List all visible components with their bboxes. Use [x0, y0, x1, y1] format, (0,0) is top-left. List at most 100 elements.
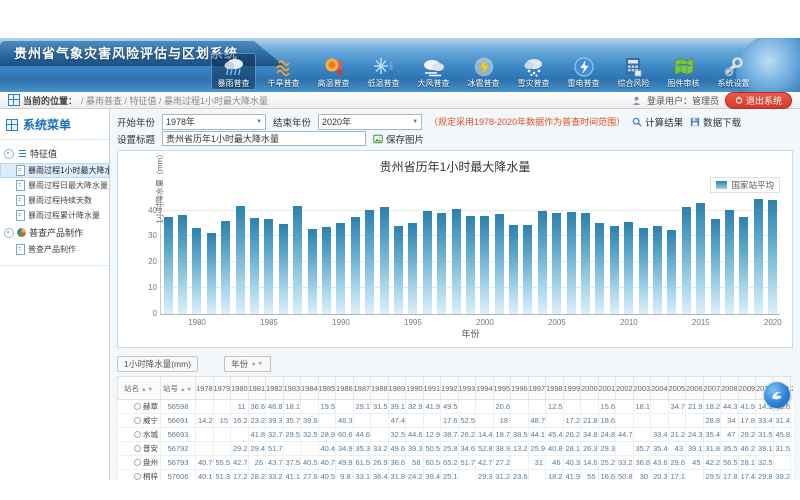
nav-item-wind[interactable]: 大风普查	[411, 53, 456, 90]
value-cell: 16.6	[598, 470, 616, 481]
bar-2004	[538, 211, 547, 314]
value-cell: 41.9	[563, 470, 581, 481]
row-radio-icon[interactable]	[134, 473, 141, 480]
tree-group[interactable]: 普查产品制作	[0, 223, 109, 242]
nav-item-settings[interactable]: 系统设置	[711, 53, 756, 90]
tree-toggle-icon[interactable]	[4, 149, 14, 159]
value-cell	[353, 414, 371, 428]
calculate-button[interactable]: 计算结果	[632, 115, 683, 129]
value-cell: 14.6	[581, 456, 599, 470]
station-id-cell: 56693	[161, 428, 196, 442]
row-radio-icon[interactable]	[134, 431, 141, 438]
nav-item-rainstorm[interactable]: 暴雨普查	[211, 53, 256, 90]
value-cell: 34.8	[581, 428, 599, 442]
document-icon	[16, 210, 25, 221]
value-cell: 20.3	[651, 470, 669, 481]
measure-chip[interactable]: 1小时降水量(mm)	[117, 356, 198, 372]
value-cell: 17.1	[668, 470, 686, 481]
sidebar-tree: 特征值暴雨过程1小时最大降水量暴雨过程日最大降水量暴雨过程持续天数暴雨过程累计降…	[0, 140, 109, 266]
value-cell: 23.6	[511, 470, 529, 481]
station-name-cell[interactable]: 水城	[118, 428, 161, 442]
chart-title-input[interactable]	[162, 131, 366, 146]
year-column-chip[interactable]: 年份 ▲▼	[224, 356, 271, 372]
col-header-station-name[interactable]: 站名 ▲▼	[118, 377, 161, 400]
station-name-cell[interactable]: 盘州	[118, 456, 161, 470]
value-cell: 26	[248, 456, 266, 470]
sidebar-item[interactable]: 暴雨过程累计降水量	[0, 208, 109, 223]
value-cell: 29.5	[791, 414, 794, 428]
sort-icons: ▲▼	[180, 387, 193, 393]
station-id-cell: 56598	[161, 400, 196, 414]
tree-group[interactable]: 特征值	[0, 144, 109, 163]
sidebar-item[interactable]: 暴雨过程日最大降水量	[0, 178, 109, 193]
save-image-button[interactable]: 保存图片	[373, 132, 424, 146]
value-cell: 42.7	[476, 456, 494, 470]
nav-item-drought[interactable]: 干旱普查	[261, 53, 306, 90]
sidebar-item[interactable]: 暴雨过程持续天数	[0, 193, 109, 208]
nav-item-composite-risk[interactable]: 综合风险	[611, 53, 656, 90]
nav-item-hail[interactable]: 冰雹普查	[461, 53, 506, 90]
value-cell: 40.5	[301, 456, 319, 470]
sidebar-item[interactable]: 普查产品制作	[0, 242, 109, 257]
start-year-select[interactable]: 1978年▼	[162, 114, 266, 130]
nav-item-label: 高温普查	[311, 79, 356, 88]
y-tick-label: 10	[133, 283, 157, 292]
nav-item-snow[interactable]: 雪灾普查	[511, 53, 556, 90]
station-name-cell[interactable]: 赫章	[118, 400, 161, 414]
col-header-station-id[interactable]: 站号 ▲▼	[161, 377, 196, 400]
list-icon	[17, 149, 27, 158]
value-cell: 29.3	[598, 442, 616, 456]
value-cell: 18	[493, 414, 511, 428]
nav-item-heat[interactable]: 高温普查	[311, 53, 356, 90]
nav-item-map-review[interactable]: 图件审核	[661, 53, 706, 90]
sidebar-item-label: 暴雨过程累计降水量	[28, 210, 100, 221]
nav-item-label: 暴雨普查	[211, 79, 256, 88]
value-cell: 32.5	[388, 428, 406, 442]
value-cell: 35.4	[651, 442, 669, 456]
table-row-56598: 赫章565981136.646.818.119.529.131.539.132.…	[118, 400, 794, 414]
power-icon	[735, 96, 743, 104]
nav-item-cold[interactable]: 低温普查	[361, 53, 406, 90]
value-cell: 17.2	[231, 470, 249, 481]
x-axis-label: 年份	[461, 327, 479, 340]
col-header-year-1997: 1997	[528, 377, 546, 400]
nav-item-lightning[interactable]: 雷电普查	[561, 53, 606, 90]
sidebar-item[interactable]: 暴雨过程1小时最大降水量	[0, 163, 109, 178]
value-cell: 39.3	[406, 442, 424, 456]
value-cell: 18.6	[598, 414, 616, 428]
value-cell	[581, 400, 599, 414]
row-radio-icon[interactable]	[134, 445, 141, 452]
row-radio-icon[interactable]	[134, 403, 141, 410]
row-radio-icon[interactable]	[134, 459, 141, 466]
value-cell: 12.5	[546, 400, 564, 414]
bar-1981	[207, 233, 216, 314]
x-tick-label: 1995	[404, 318, 422, 327]
logout-button[interactable]: 退出系统	[725, 92, 792, 109]
cold-icon	[361, 55, 406, 79]
col-header-year-2012: 2012	[791, 377, 794, 400]
row-radio-icon[interactable]	[134, 417, 141, 424]
value-cell: 36.4	[371, 470, 389, 481]
bar-2019	[754, 199, 763, 314]
station-name-cell[interactable]: 普安	[118, 442, 161, 456]
data-download-button[interactable]: 数据下载	[690, 115, 741, 129]
table-row-56792: 普安5679229.229.451.740.434.935.333.249.63…	[118, 442, 794, 456]
value-cell: 51.3	[213, 470, 231, 481]
value-cell	[528, 400, 546, 414]
col-header-year-1982: 1982	[266, 377, 284, 400]
end-year-select[interactable]: 2020年▼	[318, 114, 422, 130]
bar-1983	[236, 206, 245, 314]
value-cell: 29.3	[476, 470, 494, 481]
col-header-year-2004: 2004	[651, 377, 669, 400]
value-cell: 61.5	[353, 456, 371, 470]
bar-2003	[523, 225, 532, 314]
bar-2000	[480, 216, 489, 314]
station-name-cell[interactable]: 威宁	[118, 414, 161, 428]
document-icon	[16, 165, 25, 176]
nav-item-label: 综合风险	[611, 79, 656, 88]
value-cell	[686, 414, 704, 428]
tree-toggle-icon[interactable]	[4, 228, 14, 238]
floating-assistant-button[interactable]	[764, 382, 790, 408]
value-cell: 43.7	[266, 456, 284, 470]
station-name-cell[interactable]: 桐梓	[118, 470, 161, 481]
